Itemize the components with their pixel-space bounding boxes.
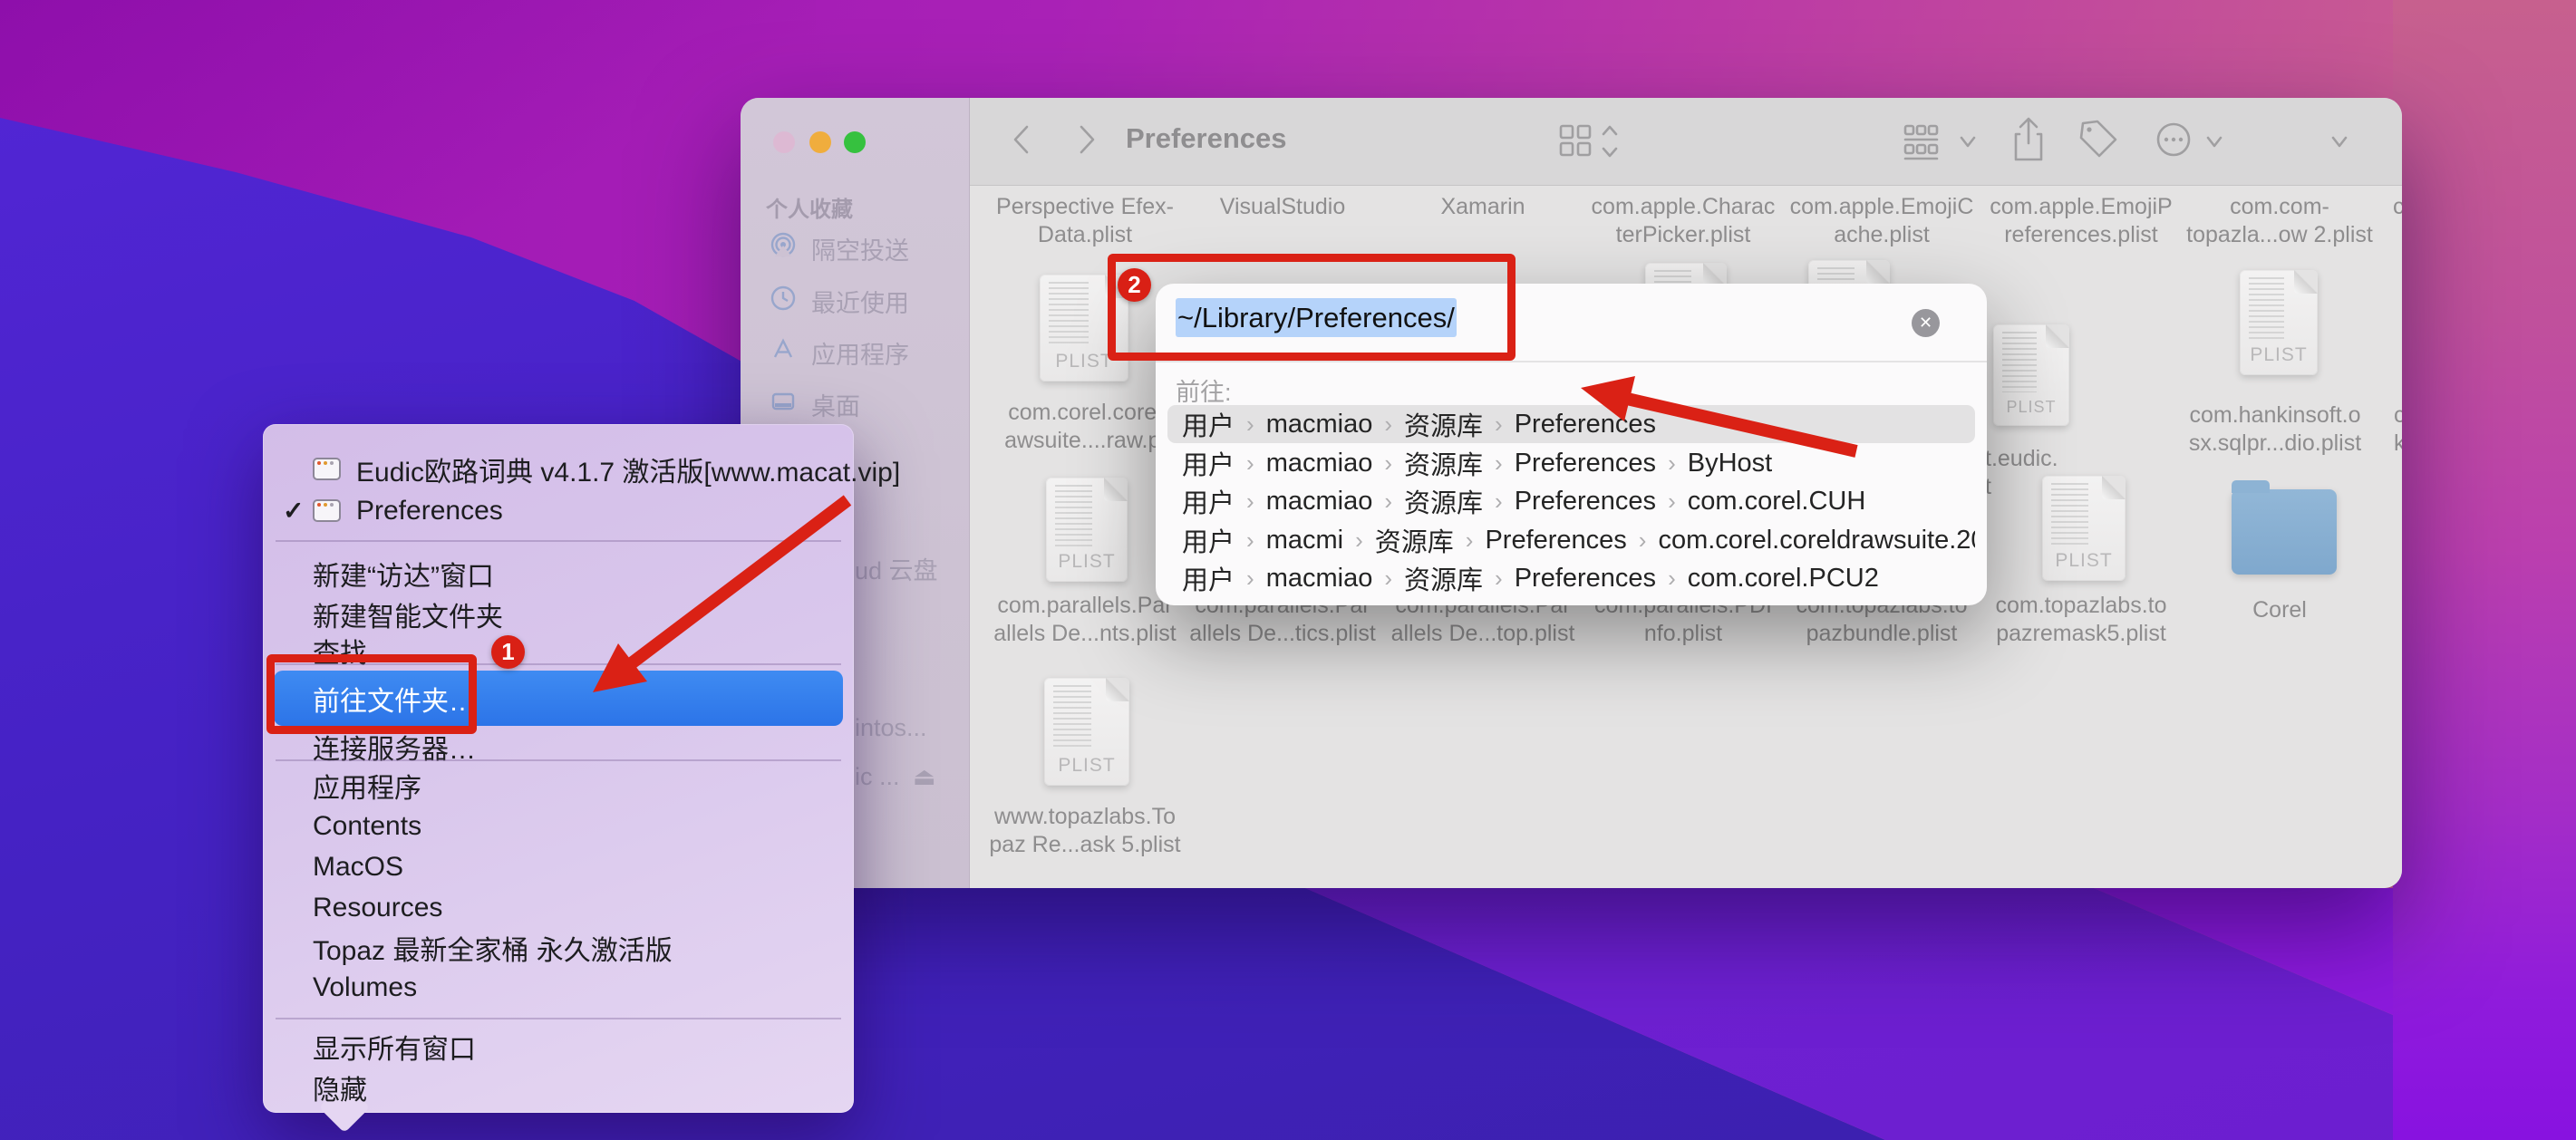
- annotation-arrows: [0, 0, 2576, 1140]
- screen: 个人收藏 隔空投送 最近使用 应用程序 桌面 ud 云盘 intos... ic…: [0, 0, 2576, 1140]
- annotation-arrow-1: [593, 500, 847, 692]
- annotation-badge-2: 2: [1118, 268, 1151, 302]
- annotation-badge-1: 1: [491, 635, 525, 669]
- annotation-arrow-2: [1581, 376, 1856, 451]
